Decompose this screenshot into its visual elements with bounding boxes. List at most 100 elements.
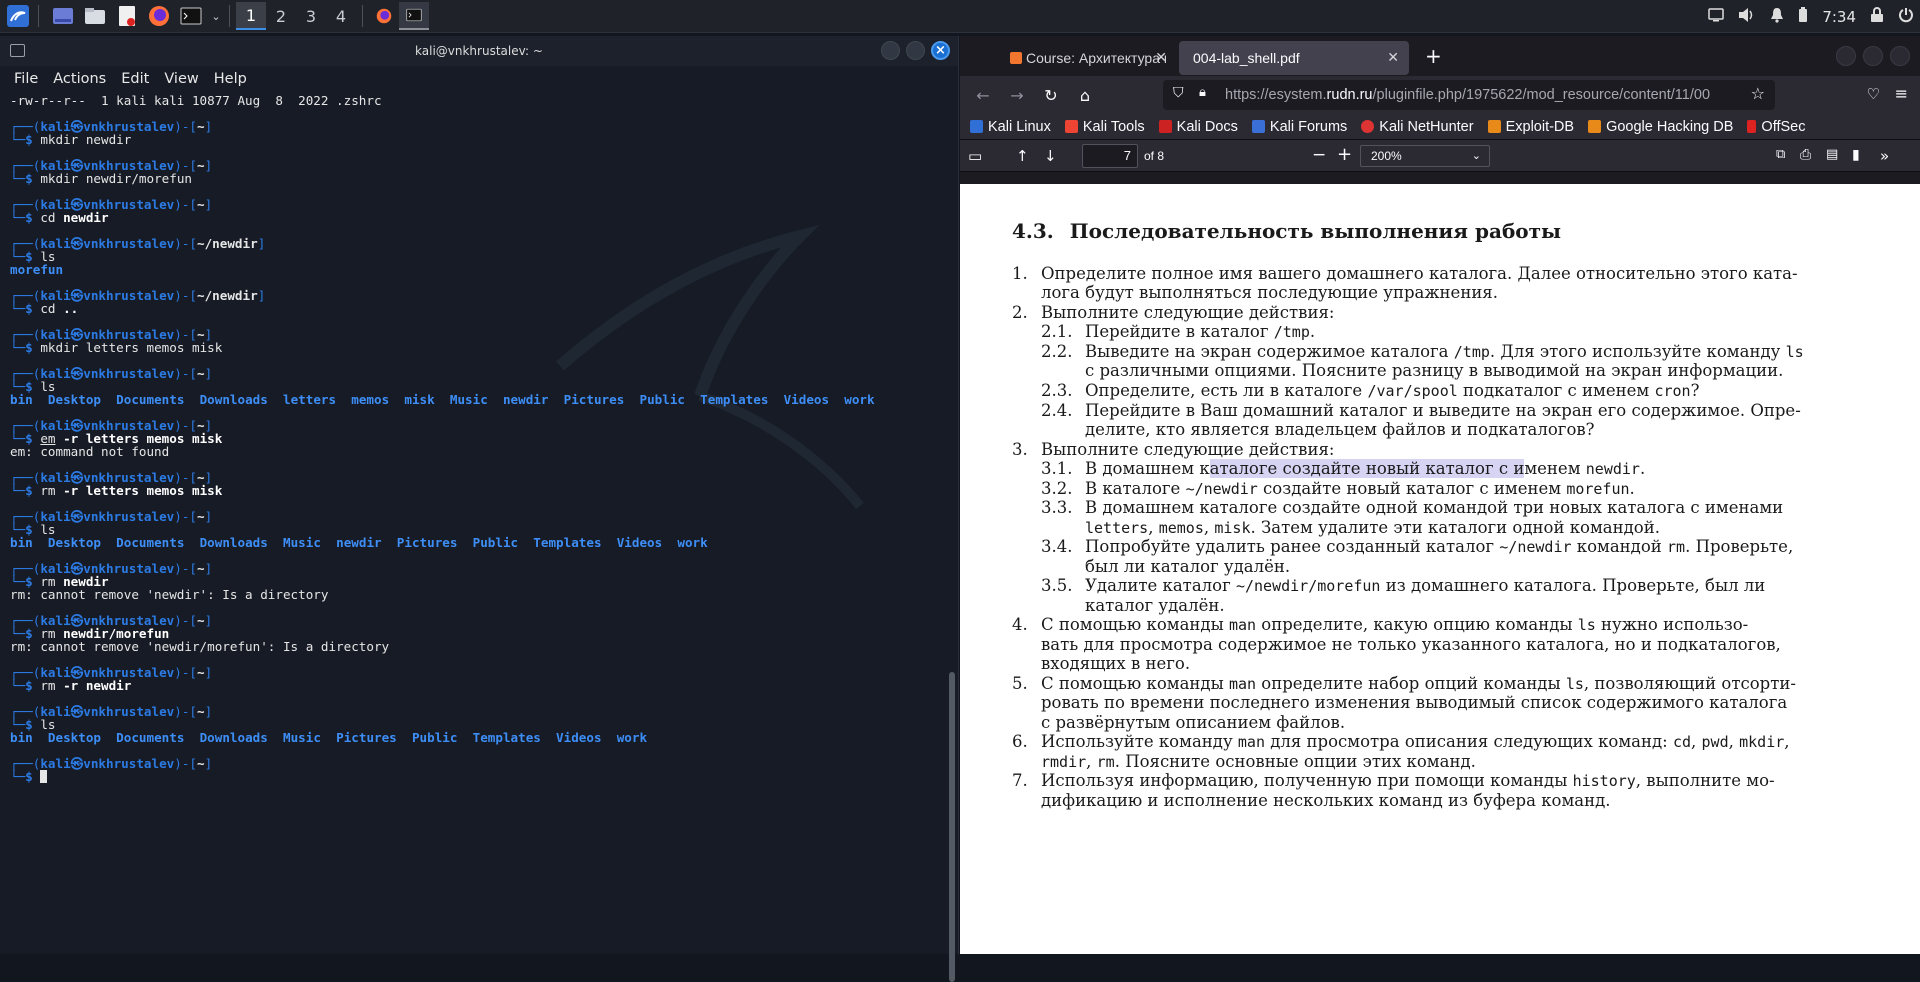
pdf-page[interactable]: 4.3. Последовательность выполнения работы… bbox=[960, 184, 1920, 954]
ls-entry: misk bbox=[404, 392, 435, 407]
workspace-1[interactable]: 1 bbox=[236, 2, 266, 30]
ls-gap bbox=[33, 535, 48, 550]
zoom-in-icon[interactable]: + bbox=[1337, 144, 1352, 165]
menu-file[interactable]: File bbox=[14, 71, 38, 87]
bookmark-star-icon[interactable]: ☆ bbox=[1751, 84, 1765, 103]
code-run: /tmp bbox=[1273, 323, 1310, 341]
reload-icon[interactable]: ↻ bbox=[1034, 86, 1068, 105]
chevron-down-icon[interactable]: ⌄ bbox=[209, 2, 223, 30]
close-tab-icon[interactable]: ✕ bbox=[1387, 49, 1399, 66]
lock-icon[interactable] bbox=[1870, 6, 1884, 27]
text-run: Определите, есть ли в каталоге bbox=[1085, 381, 1368, 400]
menu-actions[interactable]: Actions bbox=[53, 71, 106, 87]
command-line: └─$ mkdir newdir bbox=[10, 133, 940, 146]
notification-bell-icon[interactable] bbox=[1770, 7, 1784, 27]
bookmark-kali-linux[interactable]: Kali Linux bbox=[970, 119, 1051, 135]
pocket-icon[interactable]: ♡ bbox=[1867, 85, 1880, 103]
tools-menu-icon[interactable]: » bbox=[1880, 147, 1889, 165]
shield-icon[interactable]: ⛉ bbox=[1173, 85, 1184, 101]
terminal-titlebar[interactable]: kali@vnkhrustalev: ~ × bbox=[0, 36, 958, 66]
terminal-window[interactable]: kali@vnkhrustalev: ~ × File Actions Edit… bbox=[0, 36, 959, 982]
prompt-user-host: kali㉿vnkhrustalev bbox=[40, 704, 175, 719]
text-run: вать для просмотра содержимое не только … bbox=[1041, 635, 1781, 654]
previous-page-icon[interactable]: ↑ bbox=[1016, 147, 1029, 165]
zoom-out-icon[interactable]: − bbox=[1312, 145, 1326, 165]
close-button[interactable] bbox=[1890, 46, 1910, 66]
task-terminal[interactable] bbox=[399, 2, 429, 30]
terminal-output[interactable]: -rw-r--r-- 1 kali kali 10877 Aug 8 2022 … bbox=[10, 94, 940, 954]
show-desktop-icon[interactable] bbox=[49, 2, 77, 30]
terminal-icon bbox=[406, 8, 422, 22]
prompt-line: ┌──(kali㉿vnkhrustalev)-[~] bbox=[10, 562, 940, 575]
sidebar-toggle-icon[interactable]: ▭ bbox=[968, 147, 982, 165]
menu-icon[interactable]: ≡ bbox=[1895, 84, 1908, 103]
minimize-button[interactable] bbox=[881, 41, 900, 60]
home-icon[interactable]: ⌂ bbox=[1068, 86, 1102, 105]
text-run: лога будут выполняться последующие упраж… bbox=[1041, 283, 1498, 302]
list-number: 5. bbox=[1012, 674, 1028, 693]
bookmark-offsec[interactable]: OffSec bbox=[1747, 119, 1805, 135]
ls-gap bbox=[602, 535, 617, 550]
close-button[interactable]: × bbox=[931, 41, 950, 60]
battery-icon[interactable] bbox=[1798, 6, 1808, 27]
bookmark-label: Kali Linux bbox=[988, 118, 1051, 135]
back-icon[interactable]: ← bbox=[966, 86, 1000, 105]
workspace-4[interactable]: 4 bbox=[326, 2, 356, 30]
page-number-input[interactable]: 7 bbox=[1082, 144, 1138, 168]
bookmark-kali-nethunter[interactable]: Kali NetHunter bbox=[1361, 119, 1474, 135]
tab-course[interactable]: Course: Архитектура ком ✕ bbox=[960, 41, 1177, 75]
list-item-text: входящих в него. bbox=[1041, 654, 1190, 674]
offsec-icon bbox=[1747, 120, 1757, 133]
code-run: cron bbox=[1654, 382, 1691, 400]
bookmark-kali-tools[interactable]: Kali Tools bbox=[1064, 119, 1145, 135]
forward-icon[interactable]: → bbox=[1000, 86, 1034, 105]
text-run: определите набор опций команды bbox=[1256, 674, 1566, 693]
bookmark-icon[interactable]: ▮ bbox=[1852, 147, 1860, 163]
bookmark-exploit-db[interactable]: Exploit-DB bbox=[1487, 119, 1574, 135]
bookmark-kali-docs[interactable]: Kali Docs bbox=[1158, 119, 1238, 135]
kali-menu-icon[interactable] bbox=[4, 2, 32, 30]
tab-pdf[interactable]: 004-lab_shell.pdf ✕ bbox=[1179, 41, 1409, 75]
ls-entry: bin bbox=[10, 392, 33, 407]
tab-strip: Course: Архитектура ком ✕ 004-lab_shell.… bbox=[960, 36, 1920, 76]
firefox-icon[interactable] bbox=[145, 2, 173, 30]
new-tab-button[interactable]: + bbox=[1425, 44, 1442, 68]
menu-help[interactable]: Help bbox=[214, 71, 247, 87]
presentation-mode-icon[interactable]: ⧉ bbox=[1776, 147, 1785, 162]
maximize-button[interactable] bbox=[906, 41, 925, 60]
command-name: mkdir bbox=[40, 340, 79, 355]
list-item-text: С помощью команды man определите, какую … bbox=[1041, 615, 1748, 636]
workspace-2[interactable]: 2 bbox=[266, 2, 296, 30]
text-editor-icon[interactable] bbox=[113, 2, 141, 30]
maximize-button[interactable] bbox=[1863, 46, 1883, 66]
menu-view[interactable]: View bbox=[164, 71, 198, 87]
bookmark-label: OffSec bbox=[1761, 118, 1806, 135]
lock-icon[interactable]: 🔒︎ bbox=[1199, 85, 1206, 100]
screen-icon[interactable] bbox=[1708, 7, 1725, 26]
ls-entry: Music bbox=[283, 535, 321, 550]
menu-edit[interactable]: Edit bbox=[121, 71, 149, 87]
workspace-3[interactable]: 3 bbox=[296, 2, 326, 30]
terminal-scrollbar[interactable] bbox=[949, 672, 955, 982]
output-text: rm: cannot remove 'newdir': Is a directo… bbox=[10, 587, 329, 602]
prompt-symbol: $ bbox=[25, 132, 41, 147]
kali-forums-icon bbox=[1251, 120, 1265, 133]
bookmark-google-hacking-db[interactable]: Google Hacking DB bbox=[1588, 119, 1733, 135]
minimize-button[interactable] bbox=[1836, 46, 1856, 66]
terminal-launcher-icon[interactable] bbox=[177, 2, 205, 30]
power-icon[interactable] bbox=[1898, 7, 1914, 27]
next-page-icon[interactable]: ↓ bbox=[1044, 147, 1057, 165]
save-icon[interactable]: ▤ bbox=[1826, 147, 1838, 162]
text-run: , bbox=[1148, 518, 1159, 537]
close-tab-icon[interactable]: ✕ bbox=[1155, 49, 1167, 66]
url-bar[interactable]: ⛉ 🔒︎ https://esystem.rudn.ru/pluginfile.… bbox=[1163, 80, 1775, 110]
firefox-window[interactable]: Course: Архитектура ком ✕ 004-lab_shell.… bbox=[960, 36, 1920, 954]
clock[interactable]: 7:34 bbox=[1822, 8, 1856, 26]
zoom-select[interactable]: 200% ⌄ bbox=[1360, 145, 1490, 167]
volume-icon[interactable] bbox=[1738, 7, 1756, 27]
file-manager-icon[interactable] bbox=[81, 2, 109, 30]
bookmark-kali-forums[interactable]: Kali Forums bbox=[1251, 119, 1347, 135]
prompt-symbol: $ bbox=[25, 340, 41, 355]
task-firefox[interactable] bbox=[369, 2, 399, 30]
print-icon[interactable]: ⎙ bbox=[1800, 147, 1811, 163]
